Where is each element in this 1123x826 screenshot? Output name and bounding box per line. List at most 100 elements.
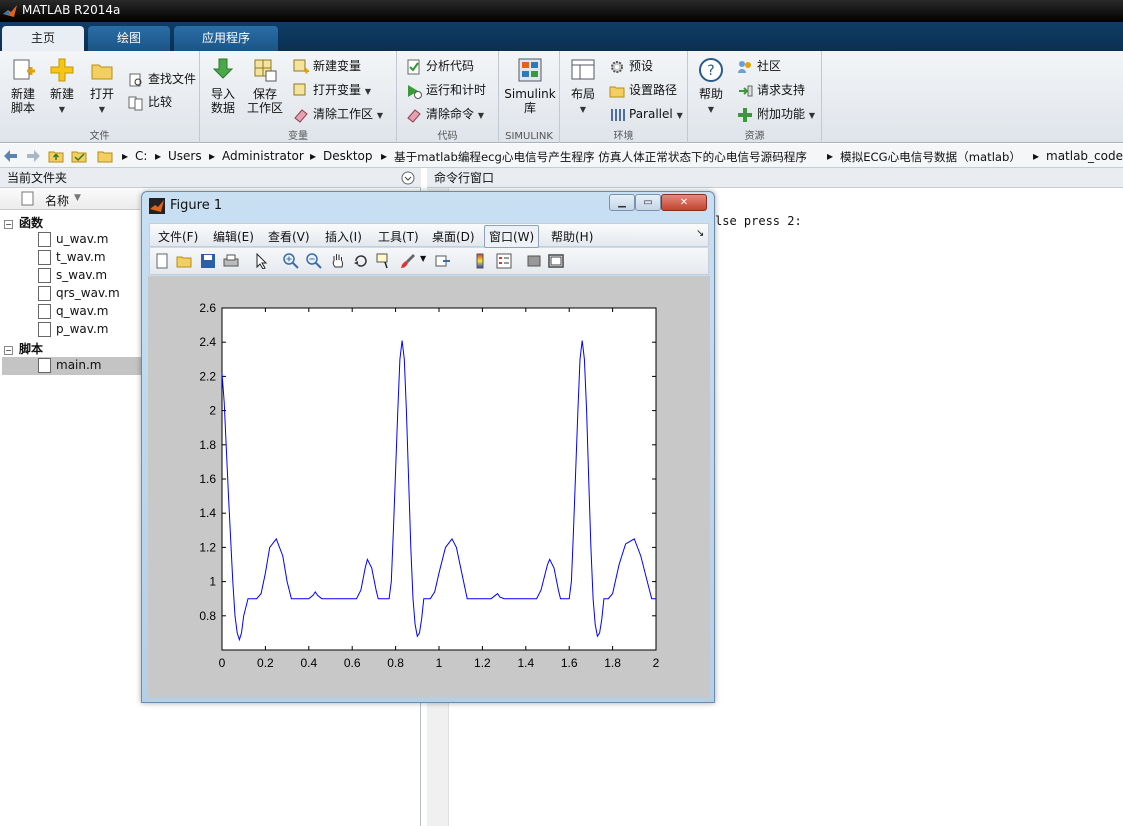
figure-canvas[interactable]: 0 0.2 0.4 0.6 0.8 1 1.2 1.4 1.6 1.8 2 0.8 1 1.2 1.4 1.6…: [148, 276, 710, 698]
file-type-column-icon: [21, 191, 34, 206]
path-segment[interactable]: Users: [168, 149, 202, 163]
path-separator-icon: ▸: [1033, 149, 1040, 163]
set-path-button[interactable]: 设置路径: [609, 80, 677, 100]
link-plot-icon[interactable]: [435, 253, 451, 269]
ribbon-group-simulink: Simulink 库 SIMULINK: [499, 51, 560, 143]
collapse-icon[interactable]: −: [4, 220, 13, 229]
path-segment[interactable]: matlab_code: [1046, 149, 1123, 163]
file-item[interactable]: qrs_wav.m: [38, 286, 120, 301]
file-item[interactable]: u_wav.m: [38, 232, 108, 247]
community-button[interactable]: 社区: [737, 56, 781, 76]
new-button[interactable]: 新建 ▼: [46, 57, 78, 117]
sort-arrow-icon[interactable]: ▼: [74, 193, 81, 203]
app-title: MATLAB R2014a: [22, 3, 121, 17]
chevron-down-icon[interactable]: ▼: [420, 254, 426, 263]
close-button[interactable]: ✕: [661, 194, 707, 211]
tab-home[interactable]: 主页: [2, 26, 84, 51]
clear-commands-label: 清除命令: [426, 107, 475, 121]
folder-icon: [609, 86, 625, 97]
menu-window[interactable]: 窗口(W): [484, 225, 540, 248]
help-button[interactable]: ? 帮助 ▼: [696, 57, 726, 117]
collapse-icon[interactable]: −: [4, 346, 13, 355]
hide-plot-tools-icon[interactable]: [526, 253, 542, 269]
file-item[interactable]: p_wav.m: [38, 322, 108, 337]
menu-edit[interactable]: 编辑(E): [213, 228, 254, 245]
compare-button[interactable]: 比较: [128, 92, 172, 112]
menu-file[interactable]: 文件(F): [158, 228, 198, 245]
tab-plots[interactable]: 绘图: [88, 26, 170, 51]
tree-group-functions[interactable]: − 函数: [4, 214, 43, 231]
file-item[interactable]: q_wav.m: [38, 304, 108, 319]
data-cursor-icon[interactable]: [376, 253, 392, 269]
chevron-down-icon: ▼: [98, 105, 106, 114]
command-window-title: 命令行窗口: [434, 171, 495, 185]
chevron-down-icon: ▼: [376, 111, 383, 120]
request-support-button[interactable]: 请求支持: [737, 80, 805, 100]
clear-workspace-button[interactable]: 清除工作区 ▼: [293, 104, 383, 124]
new-variable-button[interactable]: 新建变量: [293, 56, 361, 76]
parallel-label: Parallel: [629, 107, 673, 121]
new-figure-icon[interactable]: [154, 253, 170, 269]
y-tick-label: 2.4: [199, 335, 216, 349]
plus-icon: [50, 58, 74, 82]
dock-arrow-icon[interactable]: ↘: [696, 228, 704, 239]
simulink-library-button[interactable]: Simulink 库: [503, 57, 557, 115]
menu-view[interactable]: 查看(V): [268, 228, 310, 245]
pointer-icon[interactable]: [254, 253, 270, 269]
zoom-in-icon[interactable]: [283, 253, 299, 269]
analyze-code-button[interactable]: 分析代码: [406, 56, 474, 76]
open-label: 打开: [89, 87, 114, 101]
path-segment[interactable]: Administrator: [222, 149, 304, 163]
legend-icon[interactable]: [496, 253, 512, 269]
maximize-button[interactable]: ▭: [635, 194, 661, 211]
run-and-time-button[interactable]: 运行和计时: [406, 80, 486, 100]
rotate-3d-icon[interactable]: [353, 253, 369, 269]
menu-desktop[interactable]: 桌面(D): [432, 228, 475, 245]
panel-menu-icon[interactable]: [401, 171, 415, 185]
minimize-button[interactable]: ▁: [609, 194, 635, 211]
preferences-button[interactable]: 预设: [609, 56, 653, 76]
parallel-icon: [611, 108, 625, 121]
zoom-out-icon[interactable]: [306, 253, 322, 269]
tree-group-scripts[interactable]: − 脚本: [4, 340, 43, 357]
open-file-icon[interactable]: [176, 253, 192, 269]
name-column-header[interactable]: 名称: [45, 192, 69, 209]
new-script-button[interactable]: 新建 脚本: [6, 57, 40, 115]
up-folder-icon[interactable]: [48, 148, 64, 164]
file-item[interactable]: s_wav.m: [38, 268, 107, 283]
path-segment[interactable]: C:: [135, 149, 147, 163]
layout-button[interactable]: 布局 ▼: [566, 57, 600, 117]
add-ons-button[interactable]: 附加功能 ▼: [737, 104, 815, 124]
forward-arrow-icon[interactable]: [25, 148, 41, 164]
back-arrow-icon[interactable]: [3, 148, 19, 164]
support-icon: [739, 85, 753, 96]
print-icon[interactable]: [223, 253, 239, 269]
browse-folder-icon[interactable]: [71, 148, 87, 164]
parallel-button[interactable]: Parallel ▼: [609, 104, 683, 124]
pan-hand-icon[interactable]: [330, 253, 346, 269]
path-segment[interactable]: Desktop: [323, 149, 373, 163]
path-segment[interactable]: 基于matlab编程ecg心电信号产生程序 仿真人体正常状态下的心电信号源码程序: [394, 149, 807, 165]
path-segment[interactable]: 模拟ECG心电信号数据（matlab）: [840, 149, 1021, 165]
import-data-button[interactable]: 导入 数据: [208, 57, 238, 115]
menu-insert[interactable]: 插入(I): [325, 228, 362, 245]
clear-commands-button[interactable]: 清除命令 ▼: [406, 104, 484, 124]
open-button[interactable]: 打开 ▼: [86, 57, 118, 117]
file-item-selected[interactable]: main.m: [2, 357, 142, 375]
menu-help[interactable]: 帮助(H): [551, 228, 593, 245]
eraser-icon: [294, 108, 308, 123]
save-icon[interactable]: [200, 253, 216, 269]
simulink-group-label: SIMULINK: [505, 131, 553, 142]
colorbar-icon[interactable]: [472, 253, 488, 269]
find-files-button[interactable]: 查找文件: [128, 69, 196, 89]
path-separator-icon: ▸: [381, 149, 388, 163]
figure-window[interactable]: Figure 1 ▁ ▭ ✕ 文件(F) 编辑(E) 查看(V) 插入(I) 工…: [141, 191, 715, 703]
brush-icon[interactable]: [400, 253, 416, 269]
open-variable-button[interactable]: 打开变量 ▼: [293, 80, 371, 100]
tab-apps[interactable]: 应用程序: [174, 26, 278, 51]
show-plot-tools-icon[interactable]: [548, 253, 564, 269]
save-workspace-button[interactable]: 保存 工作区: [246, 57, 284, 115]
ecg-line-chart[interactable]: 0 0.2 0.4 0.6 0.8 1 1.2 1.4 1.6 1.8 2 0.8 1 1.2 1.4 1.6…: [148, 276, 710, 698]
file-item[interactable]: t_wav.m: [38, 250, 106, 265]
menu-tools[interactable]: 工具(T): [378, 228, 419, 245]
